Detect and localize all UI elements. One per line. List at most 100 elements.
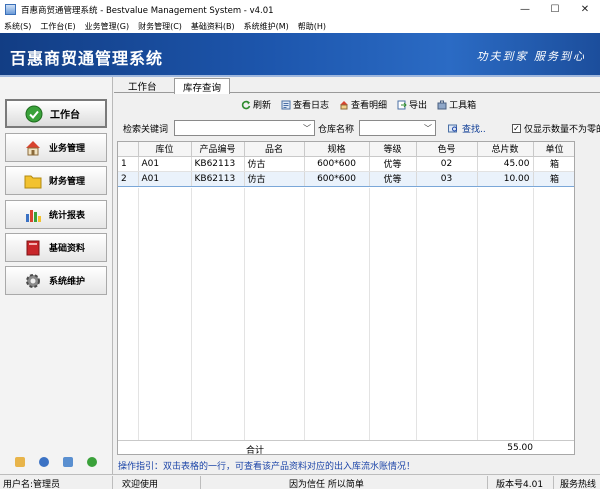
find-label: 查找.. — [462, 125, 486, 135]
cell-product-code: KB62113 — [191, 170, 245, 187]
menu-workbench[interactable]: 工作台(E) — [40, 21, 75, 32]
cell-spec: 600*600 — [304, 170, 370, 187]
grid-total-row: 合计 55.00 — [118, 440, 574, 455]
header-banner: 百惠商贸通管理系统 功夫到家 服务到心 — [0, 33, 600, 75]
sidebar-item-business[interactable]: 业务管理 — [5, 133, 107, 162]
tab-workbench[interactable]: 工作台 — [120, 78, 165, 94]
refresh-icon[interactable] — [87, 457, 97, 467]
search-icon — [448, 124, 457, 132]
cell-color: 03 — [416, 170, 478, 187]
warehouse-combo[interactable]: ﹀ — [359, 120, 436, 136]
export-label: 导出 — [409, 101, 428, 111]
col-header-product-code[interactable]: 产品编号 — [191, 142, 245, 157]
table-row[interactable]: 1 A01 KB62113 仿古 600*600 优等 02 45.00 箱 — [118, 156, 574, 172]
cell-unit: 箱 — [533, 170, 574, 187]
toolbox-button[interactable]: 工具箱 — [437, 98, 476, 111]
tab-bar: 工作台 库存查询 — [114, 77, 600, 94]
export-button[interactable]: 导出 — [397, 98, 427, 111]
chevron-down-icon: ﹀ — [303, 124, 311, 133]
status-service: 服务热线 — [560, 480, 597, 489]
sidebar: 工作台 业务管理 财务管理 统计报表 基础资料 系统维护 — [0, 77, 113, 474]
cell-unit: 箱 — [533, 156, 574, 172]
find-button[interactable]: 查找.. — [448, 122, 486, 135]
sidebar-item-basic-data[interactable]: 基础资料 — [5, 233, 107, 262]
status-welcome: 欢迎使用 — [122, 480, 159, 489]
book-icon — [24, 239, 42, 257]
col-header-location[interactable]: 库位 — [138, 142, 192, 157]
cell-location: A01 — [138, 170, 192, 187]
nonzero-label: 仅显示数量不为零的 — [524, 125, 600, 135]
info-icon[interactable] — [39, 457, 49, 467]
cell-product-code: KB62113 — [191, 156, 245, 172]
col-header-color[interactable]: 色号 — [416, 142, 478, 157]
keyword-combo[interactable]: ﹀ — [174, 120, 315, 136]
sidebar-item-label: 基础资料 — [49, 244, 86, 254]
col-header-name[interactable]: 品名 — [244, 142, 305, 157]
toolbox-icon — [437, 100, 447, 109]
cell-total-pieces: 45.00 — [477, 156, 534, 172]
house-icon — [340, 100, 349, 109]
window-titlebar: 百惠商贸通管理系统 - Bestvalue Management System … — [0, 0, 600, 19]
col-header-grade[interactable]: 等级 — [369, 142, 417, 157]
cell-rownum: 2 — [118, 170, 139, 187]
cell-total-pieces: 10.00 — [477, 170, 534, 187]
warehouse-label: 仓库名称 — [318, 125, 355, 135]
cell-spec: 600*600 — [304, 156, 370, 172]
cell-grade: 优等 — [369, 170, 417, 187]
inventory-grid[interactable]: 库位 产品编号 品名 规格 等级 色号 总片数 单位 1 A01 KB62113… — [117, 141, 575, 455]
cell-name: 仿古 — [244, 170, 305, 187]
search-icon[interactable] — [63, 457, 73, 467]
cell-location: A01 — [138, 156, 192, 172]
menu-business[interactable]: 业务管理(G) — [85, 21, 129, 32]
menu-basic-data[interactable]: 基础资料(B) — [191, 21, 235, 32]
sidebar-footer — [0, 454, 112, 470]
menu-help[interactable]: 帮助(H) — [298, 21, 326, 32]
maximize-button[interactable]: ☐ — [540, 0, 570, 19]
sidebar-item-label: 财务管理 — [49, 177, 86, 187]
refresh-button[interactable]: 刷新 — [241, 98, 271, 111]
gear-icon — [24, 272, 42, 290]
tab-inventory-query[interactable]: 库存查询 — [174, 78, 231, 94]
col-header-spec[interactable]: 规格 — [304, 142, 370, 157]
view-detail-button[interactable]: 查看明细 — [339, 98, 387, 111]
grid-empty-area — [118, 188, 574, 440]
table-row-selected[interactable]: 2 A01 KB62113 仿古 600*600 优等 03 10.00 箱 — [118, 170, 574, 187]
banner-title: 百惠商贸通管理系统 — [10, 49, 164, 68]
col-header-unit[interactable]: 单位 — [533, 142, 574, 157]
total-label: 合计 — [246, 446, 265, 455]
toolbox-label: 工具箱 — [449, 101, 477, 111]
menu-system[interactable]: 系统(S) — [4, 21, 31, 32]
minimize-button[interactable]: — — [510, 0, 540, 19]
checkbox-mark: ✓ — [512, 124, 521, 133]
menu-maintenance[interactable]: 系统维护(M) — [244, 21, 289, 32]
status-bar: 用户名:管理员 欢迎使用 因为信任 所以简单 版本号4.01 服务热线 — [0, 474, 600, 489]
nonzero-checkbox[interactable]: ✓ 仅显示数量不为零的 — [512, 122, 600, 135]
keyword-label: 检索关键词 — [123, 125, 169, 135]
sidebar-item-label: 系统维护 — [49, 277, 86, 287]
menu-finance[interactable]: 财务管理(C) — [138, 21, 182, 32]
status-motto: 因为信任 所以简单 — [289, 480, 364, 489]
sidebar-item-maintenance[interactable]: 系统维护 — [5, 266, 107, 295]
status-version: 版本号4.01 — [496, 480, 544, 489]
close-button[interactable]: ✕ — [570, 0, 600, 19]
col-header-rownum[interactable] — [118, 142, 139, 157]
app-icon — [5, 4, 16, 15]
cell-name: 仿古 — [244, 156, 305, 172]
sidebar-item-finance[interactable]: 财务管理 — [5, 166, 107, 195]
cell-rownum: 1 — [118, 156, 139, 172]
check-circle-icon — [25, 105, 43, 123]
menu-bar: 系统(S) 工作台(E) 业务管理(G) 财务管理(C) 基础资料(B) 系统维… — [0, 19, 600, 33]
export-icon — [397, 100, 407, 109]
window-title: 百惠商贸通管理系统 - Bestvalue Management System … — [21, 5, 274, 16]
sidebar-item-label: 业务管理 — [49, 144, 86, 154]
chevron-down-icon: ﹀ — [424, 124, 432, 133]
sidebar-item-reports[interactable]: 统计报表 — [5, 200, 107, 229]
operation-hint: 操作指引：双击表格的一行，可查看该产品资料对应的出入库流水账情况！ — [118, 462, 416, 472]
total-value: 55.00 — [507, 443, 533, 453]
col-header-total-pieces[interactable]: 总片数 — [477, 142, 534, 157]
bar-chart-icon — [24, 206, 42, 224]
view-log-button[interactable]: 查看日志 — [281, 98, 329, 111]
edit-icon[interactable] — [15, 457, 25, 467]
sidebar-item-label: 统计报表 — [49, 211, 86, 221]
sidebar-item-workbench[interactable]: 工作台 — [5, 99, 107, 128]
